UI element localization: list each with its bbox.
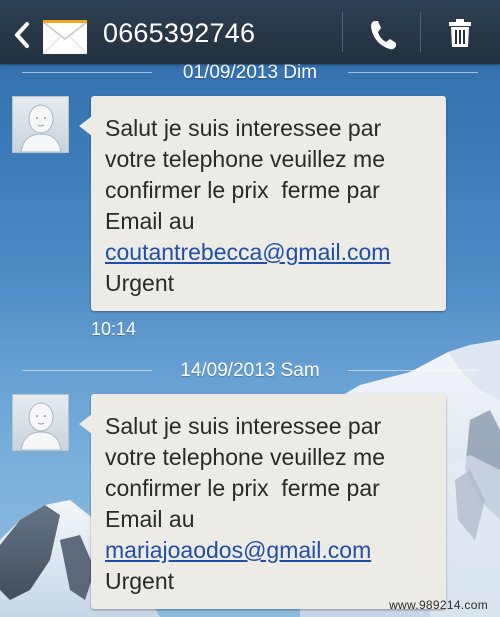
call-button[interactable]: [345, 6, 419, 58]
message-line: Email au: [105, 506, 195, 532]
message-line: Urgent: [105, 270, 175, 296]
message-line: Salut je suis interessee par: [105, 413, 382, 439]
message-line: votre telephone veuillez me: [105, 444, 385, 470]
message-bubble[interactable]: Salut je suis interessee par votre teleph…: [79, 394, 446, 609]
message-line: confirmer le prix ferme par: [105, 177, 380, 203]
watermark: www.989214.com: [389, 598, 488, 612]
divider: [420, 12, 421, 52]
email-link[interactable]: coutantrebecca@gmail.com: [105, 237, 436, 268]
contact-avatar[interactable]: [12, 96, 69, 153]
message-time: 10:14: [91, 319, 137, 339]
divider: [342, 12, 343, 52]
message-line: Salut je suis interessee par: [105, 115, 382, 141]
email-link[interactable]: mariajoaodos@gmail.com: [105, 535, 436, 566]
message-line: Email au: [105, 208, 195, 234]
date-label: 14/09/2013 Sam: [180, 360, 320, 381]
messaging-screen: 0665392746 01/09/2013 Dim Salut je suis …: [0, 0, 500, 617]
date-label: 01/09/2013 Dim: [182, 62, 318, 83]
message-text: Salut je suis interessee par votre teleph…: [91, 96, 446, 309]
contact-avatar[interactable]: [12, 394, 69, 451]
message-text: Salut je suis interessee par votre teleph…: [91, 394, 446, 607]
chevron-left-icon: [15, 22, 29, 48]
action-bar: 0665392746: [0, 0, 500, 64]
person-icon: [20, 402, 62, 450]
message-line: votre telephone veuillez me: [105, 146, 385, 172]
bubble-tail: [79, 116, 92, 136]
date-separator: 01/09/2013 Dim: [22, 61, 478, 85]
phone-icon: [371, 21, 396, 50]
message-line: Urgent: [105, 568, 175, 594]
back-button[interactable]: [4, 6, 88, 58]
envelope-icon: [42, 20, 88, 55]
person-icon: [20, 104, 62, 152]
message-bubble[interactable]: Salut je suis interessee par votre teleph…: [79, 96, 446, 311]
delete-button[interactable]: [422, 6, 498, 58]
bubble-tail: [79, 414, 92, 434]
message-line: confirmer le prix ferme par: [105, 475, 380, 501]
contact-number[interactable]: 0665392746: [103, 18, 255, 48]
date-separator: 14/09/2013 Sam: [22, 359, 478, 383]
trash-icon: [449, 19, 471, 47]
